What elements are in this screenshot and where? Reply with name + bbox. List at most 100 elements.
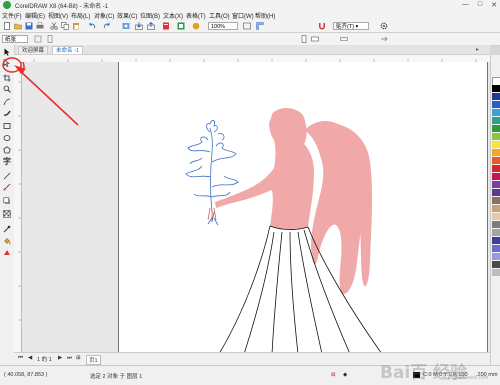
parallel-dimension-tool-icon[interactable]: [3, 172, 11, 180]
polygon-tool-icon[interactable]: [3, 146, 11, 154]
publish-pdf-icon[interactable]: [162, 22, 170, 30]
swatch-brown[interactable]: [492, 197, 500, 204]
paste-icon[interactable]: [72, 22, 80, 30]
color-eyedropper-tool-icon[interactable]: [3, 225, 11, 233]
next-page-icon[interactable]: ▶: [58, 355, 62, 361]
cursor-coordinates: ( 40.058, 87.853 ): [4, 372, 48, 378]
swatch-light-gray[interactable]: [492, 229, 500, 236]
drawing-canvas[interactable]: [22, 62, 490, 352]
fill-indicator-icon: ◆: [343, 372, 348, 378]
page-height-icon[interactable]: [46, 35, 54, 43]
standard-toolbar: 100% 贴齐(T) ▾: [0, 20, 500, 33]
export-icon[interactable]: [147, 22, 155, 30]
interactive-fill-tool-icon[interactable]: [3, 237, 11, 245]
close-button[interactable]: ✕: [491, 1, 497, 9]
minimize-button[interactable]: —: [462, 1, 469, 9]
save-icon[interactable]: [25, 22, 33, 30]
swatch-magenta[interactable]: [492, 173, 500, 180]
menu-bitmaps[interactable]: 位图(B): [140, 11, 160, 20]
tab-scroll-icon[interactable]: ▸: [476, 46, 479, 53]
swatch-teal[interactable]: [492, 117, 500, 124]
swatch-silver[interactable]: [492, 269, 500, 276]
swatch-dark-gray[interactable]: [492, 261, 500, 268]
menu-file[interactable]: 文件(F): [2, 11, 22, 20]
swatch-black[interactable]: [492, 85, 500, 92]
annotation-arrow: [2, 57, 79, 126]
menu-text[interactable]: 文本(X): [163, 11, 183, 20]
swatch-lavender[interactable]: [492, 253, 500, 260]
last-page-icon[interactable]: ⏭: [67, 355, 72, 362]
cut-icon[interactable]: [50, 22, 58, 30]
bouquet: [185, 120, 239, 226]
drop-shadow-tool-icon[interactable]: [3, 197, 11, 205]
menu-edit[interactable]: 编辑(E): [25, 11, 45, 20]
menu-window[interactable]: 窗口(W): [232, 11, 254, 20]
snap-to-dropdown[interactable]: 贴齐(T) ▾: [333, 22, 369, 30]
landscape-icon[interactable]: [311, 35, 319, 43]
menu-effects[interactable]: 效果(C): [117, 11, 137, 20]
fill-none-icon: ⊠: [331, 372, 336, 378]
corel-connect-icon[interactable]: [192, 22, 200, 30]
connector-tool-icon[interactable]: [3, 183, 11, 191]
swatch-orange[interactable]: [492, 149, 500, 156]
previous-page-icon[interactable]: ◀: [28, 355, 32, 361]
redo-icon[interactable]: [103, 22, 111, 30]
zoom-level-select[interactable]: 100%: [208, 22, 238, 30]
swatch-periwinkle[interactable]: [492, 245, 500, 252]
page-count: 1 的 1: [37, 357, 52, 363]
swatch-tan[interactable]: [492, 205, 500, 212]
ellipse-tool-icon[interactable]: [3, 134, 11, 142]
swatch-lime[interactable]: [492, 133, 500, 140]
undo-icon[interactable]: [88, 22, 96, 30]
swatch-violet[interactable]: [492, 189, 500, 196]
artwork[interactable]: [22, 62, 490, 352]
new-document-icon[interactable]: [3, 22, 11, 30]
selection-info: 选定 2 对象 于 图层 1: [90, 374, 143, 380]
full-screen-icon[interactable]: [243, 22, 251, 30]
color-palette: [490, 55, 500, 365]
application-launcher-icon[interactable]: [177, 22, 185, 30]
text-tool-icon[interactable]: 字: [3, 158, 11, 166]
swatch-red-orange[interactable]: [492, 157, 500, 164]
swatch-peach[interactable]: [492, 213, 500, 220]
paper-type-select[interactable]: 纸张: [2, 35, 28, 43]
copy-icon[interactable]: [61, 22, 69, 30]
rulers-icon[interactable]: [256, 22, 264, 30]
import-icon[interactable]: [135, 22, 143, 30]
swatch-green[interactable]: [492, 125, 500, 132]
tab-welcome-screen[interactable]: 欢迎屏幕: [18, 46, 49, 54]
baidu-watermark-url: jingyan.baidu.com: [448, 375, 489, 381]
nudge-distance-icon[interactable]: [380, 35, 388, 43]
swatch-navy[interactable]: [492, 93, 500, 100]
document-tab-bar: 欢迎屏幕 未命名 -1 ▸: [14, 45, 490, 55]
swatch-gray[interactable]: [492, 221, 500, 228]
smart-fill-tool-icon[interactable]: [3, 249, 11, 257]
swatch-blue[interactable]: [492, 101, 500, 108]
add-page-icon[interactable]: ⊞: [76, 355, 81, 361]
options-gear-icon[interactable]: [380, 22, 388, 30]
swatch-indigo[interactable]: [492, 237, 500, 244]
search-content-icon[interactable]: [122, 22, 130, 30]
print-icon[interactable]: [36, 22, 44, 30]
transparency-tool-icon[interactable]: [3, 210, 11, 218]
menu-help[interactable]: 帮助(H): [255, 11, 275, 20]
menu-object[interactable]: 对象(C): [94, 11, 114, 20]
first-page-icon[interactable]: ⏮: [18, 355, 23, 362]
swatch-purple[interactable]: [492, 181, 500, 188]
menu-view[interactable]: 视图(V): [48, 11, 68, 20]
swatch-sky[interactable]: [492, 109, 500, 116]
page-tab-1[interactable]: 页1: [86, 355, 101, 365]
page-width-icon[interactable]: [34, 35, 42, 43]
tab-untitled-1[interactable]: 未命名 -1: [52, 46, 83, 54]
units-icon[interactable]: [340, 35, 348, 43]
maximize-button[interactable]: □: [478, 1, 482, 9]
swatch-yellow[interactable]: [492, 141, 500, 148]
swatch-red[interactable]: [492, 165, 500, 172]
menu-table[interactable]: 表格(T): [186, 11, 206, 20]
window-title: CorelDRAW X8 (64-Bit) - 未命名 -1: [15, 4, 109, 10]
snap-magnet-icon[interactable]: [318, 22, 326, 30]
portrait-icon[interactable]: [300, 35, 308, 43]
menu-tools[interactable]: 工具(O): [209, 11, 230, 20]
open-folder-icon[interactable]: [14, 22, 22, 30]
menu-layout[interactable]: 布局(L): [71, 11, 90, 20]
